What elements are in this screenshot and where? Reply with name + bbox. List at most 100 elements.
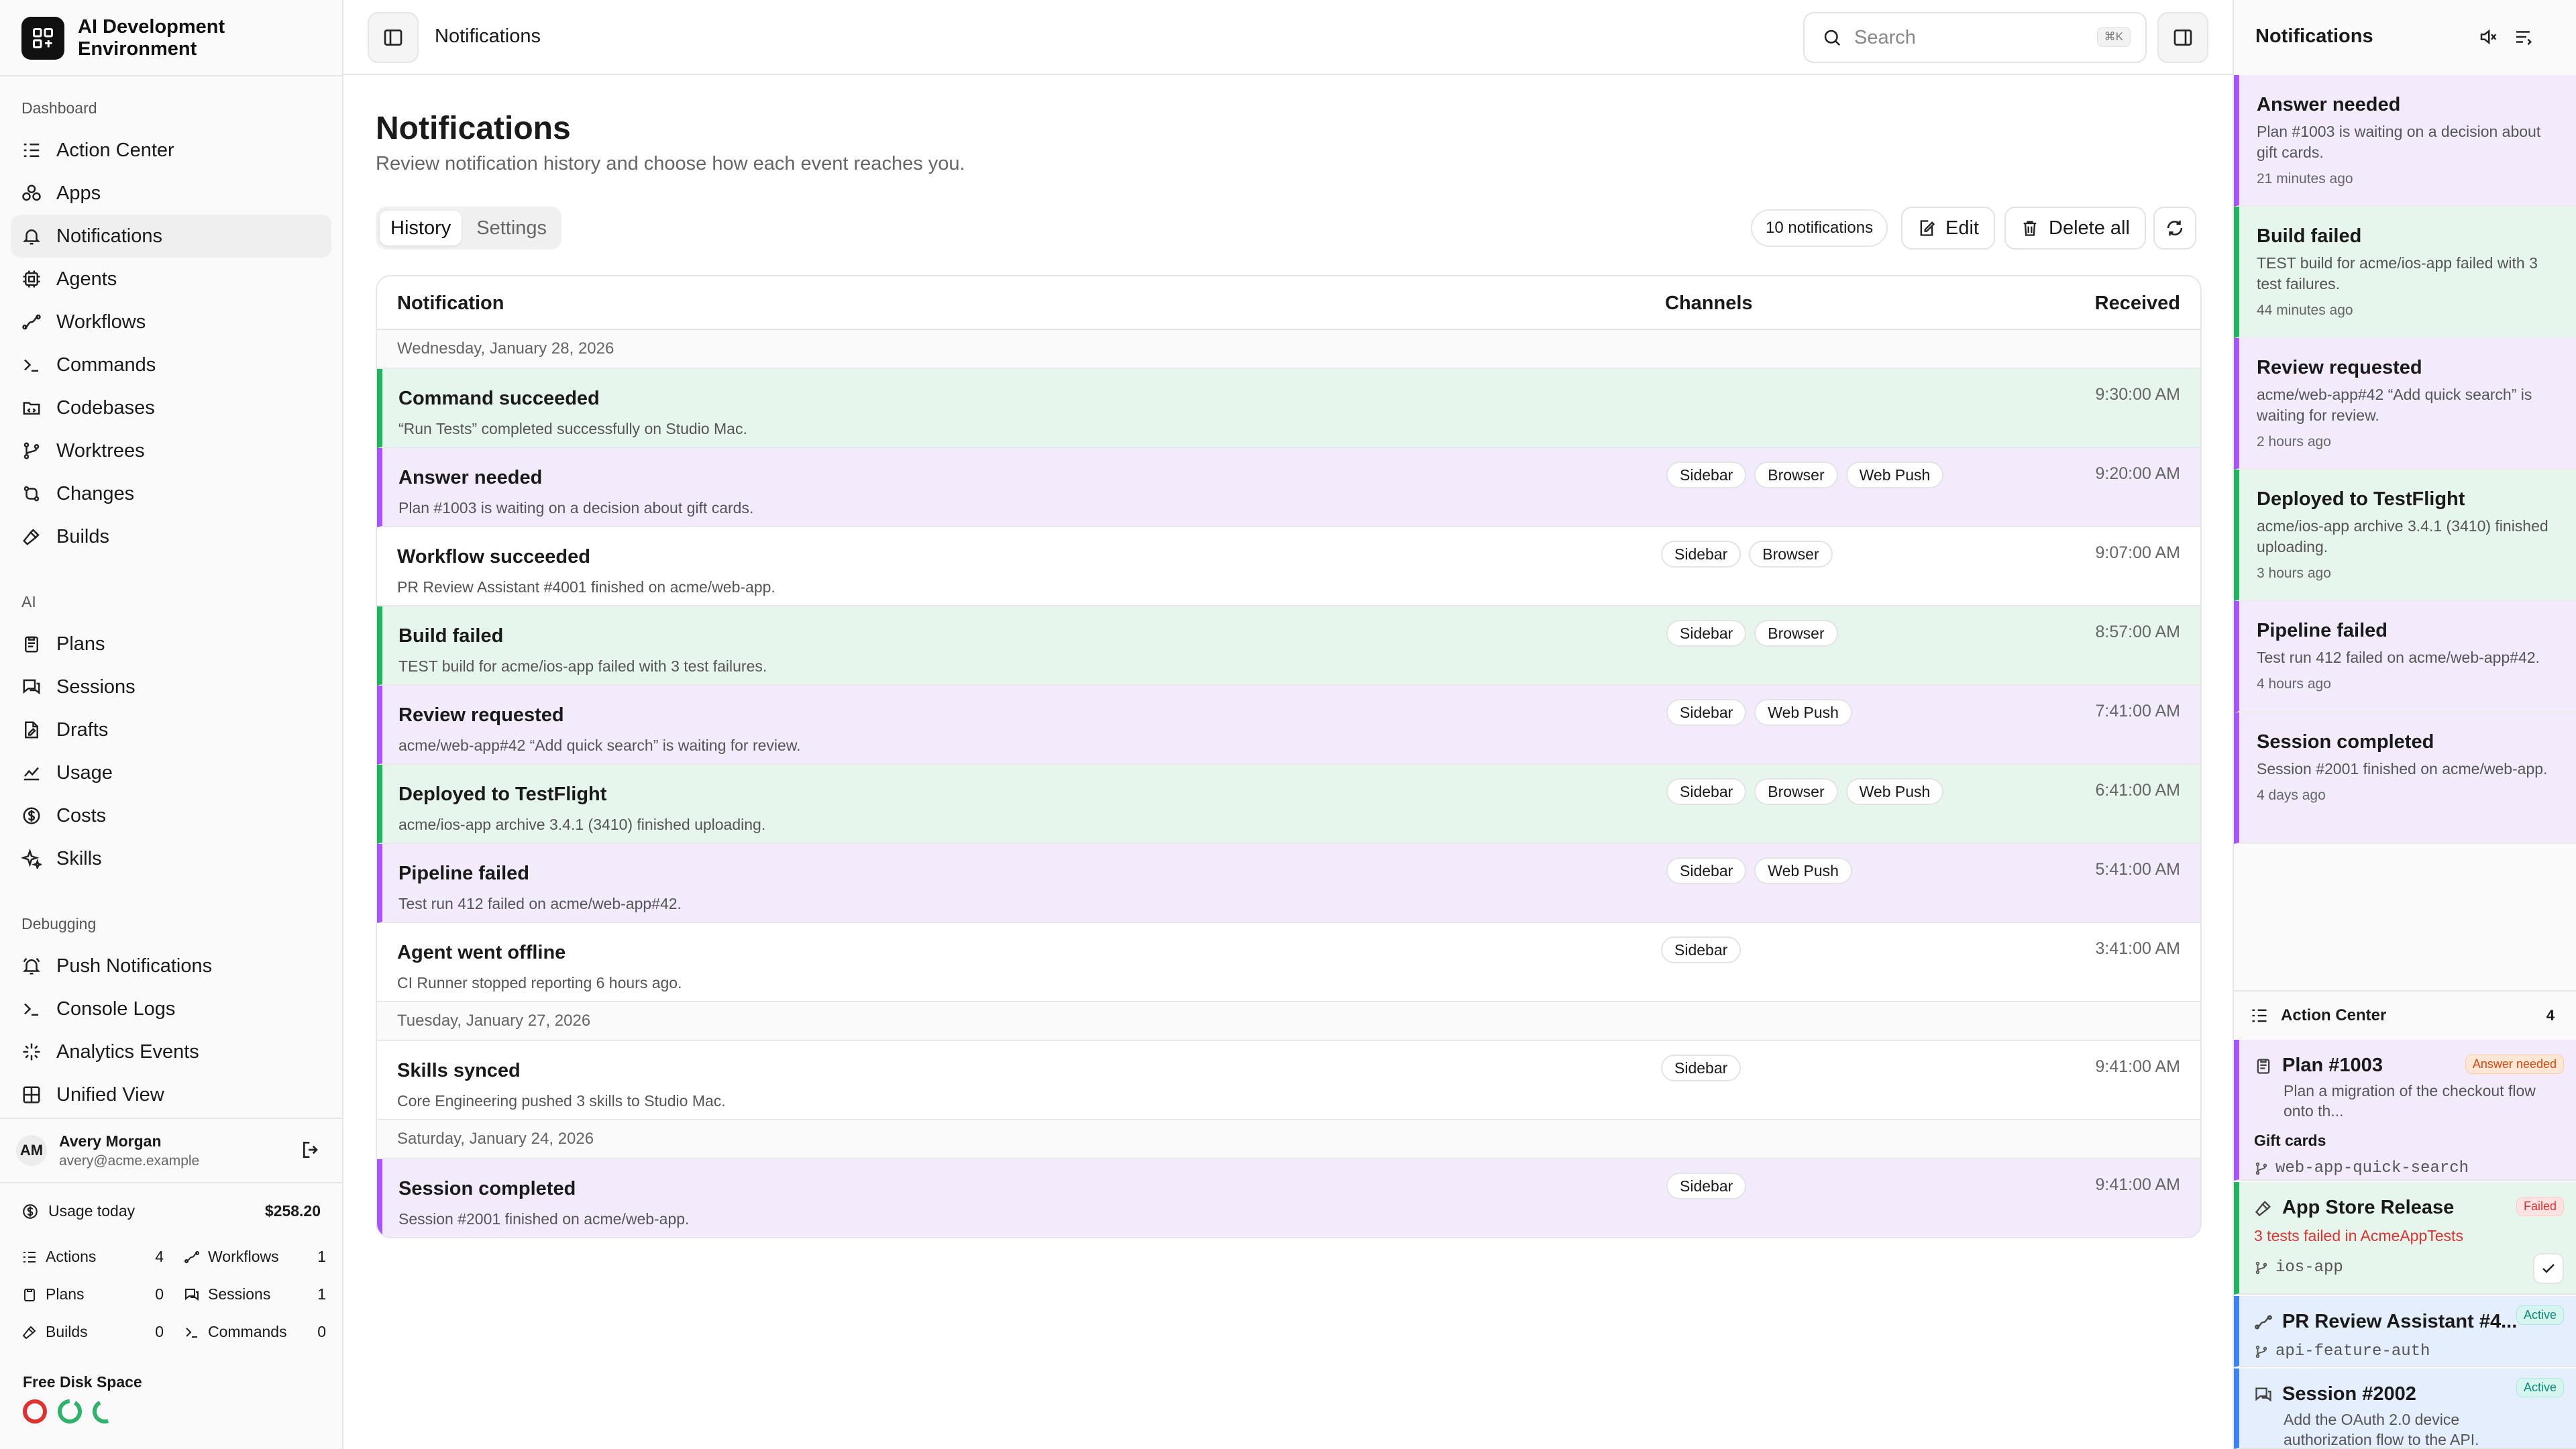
stat-commands[interactable]: Commands 0 [184,1323,326,1341]
panel-notification-desc: acme/web-app#42 “Add quick search” is wa… [2257,386,2532,424]
status-badge: Answer needed [2465,1055,2564,1074]
sidebar-item-push-notifications[interactable]: Push Notifications [11,945,331,987]
sidebar-item-analytics-events[interactable]: Analytics Events [11,1030,331,1073]
action-center-header[interactable]: Action Center 4 [2234,990,2576,1040]
user-profile[interactable]: AM Avery Morgan avery@acme.example [0,1118,342,1182]
mute-icon[interactable] [2478,27,2498,47]
sidebar-item-label: Workflows [56,311,146,333]
channel-list: Sidebar Web Push [1666,699,1852,726]
sidebar-item-drafts[interactable]: Drafts [11,708,331,751]
stat-builds[interactable]: Builds 0 [21,1323,164,1341]
table-row[interactable]: Deployed to TestFlight acme/ios-app archi… [377,765,2200,844]
section-label-ai: AI [21,593,36,610]
brand[interactable]: AI Development Environment [21,15,252,62]
sidebar-item-unified-view[interactable]: Unified View [11,1073,331,1116]
filter-lines-icon[interactable] [2513,27,2533,47]
sidebar-item-plans[interactable]: Plans [11,623,331,665]
panel-notification-time: 4 days ago [2257,788,2326,803]
channel-chip: Sidebar [1666,778,1747,805]
panel-notification-card[interactable]: Review requested acme/web-app#42 “Add qui… [2234,338,2576,470]
table-row[interactable]: Answer needed Plan #1003 is waiting on a … [377,448,2200,527]
table-row[interactable]: Skills synced Core Engineering pushed 3 s… [377,1041,2200,1120]
action-item-plan[interactable]: Plan #1003 Answer needed Plan a migratio… [2234,1040,2576,1181]
panel-notification-card[interactable]: Build failed TEST build for acme/ios-app … [2234,207,2576,338]
sidebar-item-commands[interactable]: Commands [11,343,331,386]
sidebar-item-skills[interactable]: Skills [11,837,331,880]
toggle-sidebar-button[interactable] [368,12,419,63]
panel-notification-card[interactable]: Session completed Session #2001 finished … [2234,712,2576,844]
sidebar-item-codebases[interactable]: Codebases [11,386,331,429]
sidebar-item-label: Console Logs [56,998,176,1020]
table-row[interactable]: Build failed TEST build for acme/ios-app … [377,606,2200,686]
sidebar-item-label: Action Center [56,139,174,161]
sidebar-item-agents[interactable]: Agents [11,258,331,301]
disk-space-rings[interactable] [21,1398,118,1425]
panel-notification-title: Pipeline failed [2257,620,2387,641]
sidebar-item-label: Builds [56,525,109,547]
status-badge: Failed [2516,1197,2564,1216]
sidebar-item-usage[interactable]: Usage [11,751,331,794]
tab-history[interactable]: History [380,211,462,246]
search-box[interactable]: ⌘K [1803,12,2147,63]
sidebar-item-worktrees[interactable]: Worktrees [11,429,331,472]
action-item-session[interactable]: Session #2002 Active Add the OAuth 2.0 d… [2234,1368,2576,1449]
mark-done-button[interactable] [2533,1253,2564,1284]
stat-plans[interactable]: Plans 0 [21,1285,164,1303]
usage-today[interactable]: Usage today $258.20 [21,1202,321,1220]
table-header: Notification Channels Received [377,276,2200,330]
action-item-title: Plan #1003 [2282,1055,2383,1076]
table-row[interactable]: Agent went offline CI Runner stopped repo… [377,923,2200,1002]
delete-all-button[interactable]: Delete all [2004,207,2146,250]
logout-icon[interactable] [301,1139,322,1161]
hammer-icon [23,529,40,545]
stat-actions[interactable]: Actions 4 [21,1248,164,1266]
sidebar-item-sessions[interactable]: Sessions [11,665,331,708]
tab-settings[interactable]: Settings [466,211,557,246]
date-group-header: Wednesday, January 28, 2026 [377,330,2200,369]
panel-notification-time: 4 hours ago [2257,676,2331,692]
sidebar-item-costs[interactable]: Costs [11,794,331,837]
panel-notification-card[interactable]: Answer needed Plan #1003 is waiting on a … [2234,75,2576,207]
stat-sessions[interactable]: Sessions 1 [184,1285,326,1303]
toggle-right-panel-button[interactable] [2157,12,2208,63]
disk-ring-icon [93,1399,117,1424]
sidebar-item-label: Worktrees [56,439,145,462]
action-item-app-store-release[interactable]: App Store Release Failed 3 tests failed … [2234,1182,2576,1295]
table-row[interactable]: Review requested acme/web-app#42 “Add qui… [377,686,2200,765]
stat-value: 0 [317,1323,326,1340]
sidebar-item-action-center[interactable]: Action Center [11,129,331,172]
user-name: Avery Morgan [59,1132,162,1150]
notification-title: Agent went offline [397,942,566,963]
hammer-icon [22,1326,36,1339]
panel-notification-card[interactable]: Deployed to TestFlight acme/ios-app archi… [2234,470,2576,601]
received-time: 8:57:00 AM [2095,623,2180,641]
edit-button[interactable]: Edit [1901,207,1995,250]
file-edit-icon [25,721,38,739]
panel-notification-card[interactable]: Pipeline failed Test run 412 failed on ac… [2234,601,2576,712]
search-input[interactable] [1854,26,2076,49]
sidebar-item-workflows[interactable]: Workflows [11,301,331,343]
refresh-button[interactable] [2153,207,2196,250]
action-item-pr-review[interactable]: PR Review Assistant #4... Active api-fea… [2234,1296,2576,1367]
sidebar-item-label: Drafts [56,718,109,741]
action-item-title: PR Review Assistant #4... [2282,1311,2518,1332]
action-item-title-row: App Store Release [2254,1197,2560,1219]
table-row[interactable]: Workflow succeeded PR Review Assistant #4… [377,527,2200,606]
channel-chip: Web Push [1754,857,1852,884]
sidebar-item-notifications[interactable]: Notifications [11,215,331,258]
stat-workflows[interactable]: Workflows 1 [184,1248,326,1266]
sidebar-item-apps[interactable]: Apps [11,172,331,215]
sidebar-item-changes[interactable]: Changes [11,472,331,515]
table-row[interactable]: Session completed Session #2001 finished … [377,1159,2200,1237]
git-compare-icon [23,486,40,502]
refresh-icon [2167,220,2183,236]
table-row[interactable]: Command succeeded “Run Tests” completed s… [377,369,2200,448]
sidebar-item-console-logs[interactable]: Console Logs [11,987,331,1030]
stat-label: Commands [208,1323,287,1340]
table-row[interactable]: Pipeline failed Test run 412 failed on ac… [377,844,2200,923]
stat-label: Actions [46,1248,97,1265]
sidebar-item-builds[interactable]: Builds [11,515,331,558]
notification-title: Workflow succeeded [397,546,590,568]
usage-summary: Usage today $258.20 Actions 4 Workflows 1 … [0,1182,342,1340]
sidebar-item-label: Usage [56,761,113,784]
